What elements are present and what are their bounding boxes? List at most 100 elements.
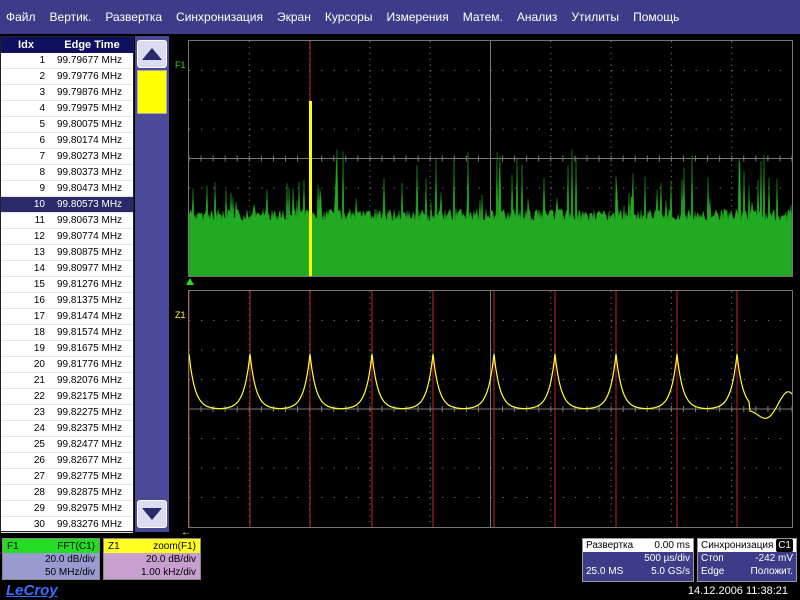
row-idx: 4 <box>39 103 45 114</box>
table-row[interactable]: 9 99.80473 MHz <box>1 181 133 197</box>
trigger-level: -242 mV <box>755 553 793 564</box>
table-row[interactable]: 5 99.80075 MHz <box>1 117 133 133</box>
table-row[interactable]: 19 99.81675 MHz <box>1 341 133 357</box>
table-row[interactable]: 6 99.80174 MHz <box>1 133 133 149</box>
table-row[interactable]: 30 99.83276 MHz <box>1 517 133 533</box>
table-row[interactable]: 23 99.82275 MHz <box>1 405 133 421</box>
menu-item[interactable]: Вертик. <box>50 10 92 24</box>
scroll-thumb[interactable] <box>137 70 167 114</box>
menu-item[interactable]: Файл <box>6 10 36 24</box>
row-edge-time: 99.81675 MHz <box>57 343 123 354</box>
table-row[interactable]: 15 99.81276 MHz <box>1 277 133 293</box>
table-row[interactable]: 10 99.80573 MHz <box>1 197 133 213</box>
row-edge-time: 99.80473 MHz <box>57 183 123 194</box>
table-row[interactable]: 18 99.81574 MHz <box>1 325 133 341</box>
table-row[interactable]: 28 99.82875 MHz <box>1 485 133 501</box>
fft-grid <box>188 40 793 277</box>
menu-item[interactable]: Анализ <box>517 10 558 24</box>
row-idx: 20 <box>33 359 45 370</box>
edge-time-table: Idx Edge Time 1 99.79677 MHz 2 99.79776 MHz… <box>0 36 134 533</box>
timebase-delay: 0.00 ms <box>654 540 690 551</box>
scroll-up-button[interactable] <box>137 40 167 68</box>
row-idx: 18 <box>33 327 45 338</box>
z1-name: Z1 <box>108 540 120 552</box>
row-idx: 25 <box>33 439 45 450</box>
table-row[interactable]: 17 99.81474 MHz <box>1 309 133 325</box>
row-idx: 27 <box>33 471 45 482</box>
table-row[interactable]: 11 99.80673 MHz <box>1 213 133 229</box>
row-idx: 26 <box>33 455 45 466</box>
menu-item[interactable]: Матем. <box>463 10 503 24</box>
row-edge-time: 99.79677 MHz <box>57 55 123 66</box>
row-edge-time: 99.82677 MHz <box>57 455 123 466</box>
row-edge-time: 99.82175 MHz <box>57 391 123 402</box>
row-edge-time: 99.80273 MHz <box>57 151 123 162</box>
table-row[interactable]: 29 99.82975 MHz <box>1 501 133 517</box>
row-edge-time: 99.80875 MHz <box>57 247 123 258</box>
row-idx: 8 <box>39 167 45 178</box>
scroll-down-button[interactable] <box>137 500 167 528</box>
timebase-per-div: 500 µs/div <box>644 553 690 564</box>
row-edge-time: 99.81375 MHz <box>57 295 123 306</box>
menu-item[interactable]: Синхронизация <box>176 10 263 24</box>
row-idx: 23 <box>33 407 45 418</box>
row-idx: 6 <box>39 135 45 146</box>
row-edge-time: 99.82477 MHz <box>57 439 123 450</box>
lecroy-logo[interactable]: LeCroy <box>6 582 58 599</box>
row-idx: 7 <box>39 151 45 162</box>
table-row[interactable]: 3 99.79876 MHz <box>1 85 133 101</box>
menu-item[interactable]: Измерения <box>386 10 448 24</box>
table-row[interactable]: 7 99.80273 MHz <box>1 149 133 165</box>
table-row[interactable]: 4 99.79975 MHz <box>1 101 133 117</box>
row-edge-time: 99.80573 MHz <box>57 199 123 210</box>
row-edge-time: 99.79776 MHz <box>57 71 123 82</box>
row-idx: 30 <box>33 519 45 530</box>
row-edge-time: 99.80977 MHz <box>57 263 123 274</box>
table-row[interactable]: 1 99.79677 MHz <box>1 53 133 69</box>
zoom-grid <box>188 290 793 528</box>
table-row[interactable]: 16 99.81375 MHz <box>1 293 133 309</box>
row-idx: 28 <box>33 487 45 498</box>
table-scrollbar[interactable] <box>135 36 169 532</box>
idx-header: Idx <box>18 39 34 51</box>
table-row[interactable]: 12 99.80774 MHz <box>1 229 133 245</box>
row-idx: 21 <box>33 375 45 386</box>
table-row[interactable]: 24 99.82375 MHz <box>1 421 133 437</box>
row-idx: 16 <box>33 295 45 306</box>
timebase-samples: 25.0 MS <box>586 566 624 577</box>
table-row[interactable]: 2 99.79776 MHz <box>1 69 133 85</box>
menu-item[interactable]: Развертка <box>105 10 162 24</box>
table-row[interactable]: 14 99.80977 MHz <box>1 261 133 277</box>
z1-trace-label: Z1 <box>175 310 186 320</box>
z1-source: zoom(F1) <box>153 540 196 552</box>
table-row[interactable]: 22 99.82175 MHz <box>1 389 133 405</box>
menu-item[interactable]: Утилиты <box>571 10 619 24</box>
trigger-title: Синхронизация <box>701 540 774 551</box>
table-row[interactable]: 25 99.82477 MHz <box>1 437 133 453</box>
menu-item[interactable]: Экран <box>277 10 311 24</box>
f1-vscale: 20.0 dB/div <box>44 554 95 565</box>
table-row[interactable]: 20 99.81776 MHz <box>1 357 133 373</box>
edge-time-header: Edge Time <box>64 39 120 51</box>
row-edge-time: 99.82076 MHz <box>57 375 123 386</box>
table-row[interactable]: 21 99.82076 MHz <box>1 373 133 389</box>
table-row[interactable]: 8 99.80373 MHz <box>1 165 133 181</box>
row-edge-time: 99.81474 MHz <box>57 311 123 322</box>
row-edge-time: 99.82375 MHz <box>57 423 123 434</box>
trigger-panel[interactable]: Синхронизация C1 Стоп -242 mV Edge Положит. <box>697 538 797 582</box>
table-row[interactable]: 27 99.82775 MHz <box>1 469 133 485</box>
menu-item[interactable]: Курсоры <box>325 10 373 24</box>
row-idx: 29 <box>33 503 45 514</box>
row-edge-time: 99.82275 MHz <box>57 407 123 418</box>
table-body: 1 99.79677 MHz 2 99.79776 MHz 3 99.79876 MHz 4… <box>1 53 133 533</box>
f1-descriptor[interactable]: F1 FFT(C1) 20.0 dB/div 50 MHz/div <box>2 538 100 580</box>
timebase-panel[interactable]: Развертка 0.00 ms 500 µs/div 25.0 MS 5.0 G… <box>582 538 694 582</box>
menu-item[interactable]: Помощь <box>633 10 679 24</box>
row-edge-time: 99.80774 MHz <box>57 231 123 242</box>
table-row[interactable]: 26 99.82677 MHz <box>1 453 133 469</box>
z1-hscale: 1.00 kHz/div <box>140 567 196 578</box>
row-idx: 10 <box>33 199 45 210</box>
z1-descriptor[interactable]: Z1 zoom(F1) 20.0 dB/div 1.00 kHz/div <box>103 538 201 580</box>
f1-hscale: 50 MHz/div <box>44 567 95 578</box>
table-row[interactable]: 13 99.80875 MHz <box>1 245 133 261</box>
